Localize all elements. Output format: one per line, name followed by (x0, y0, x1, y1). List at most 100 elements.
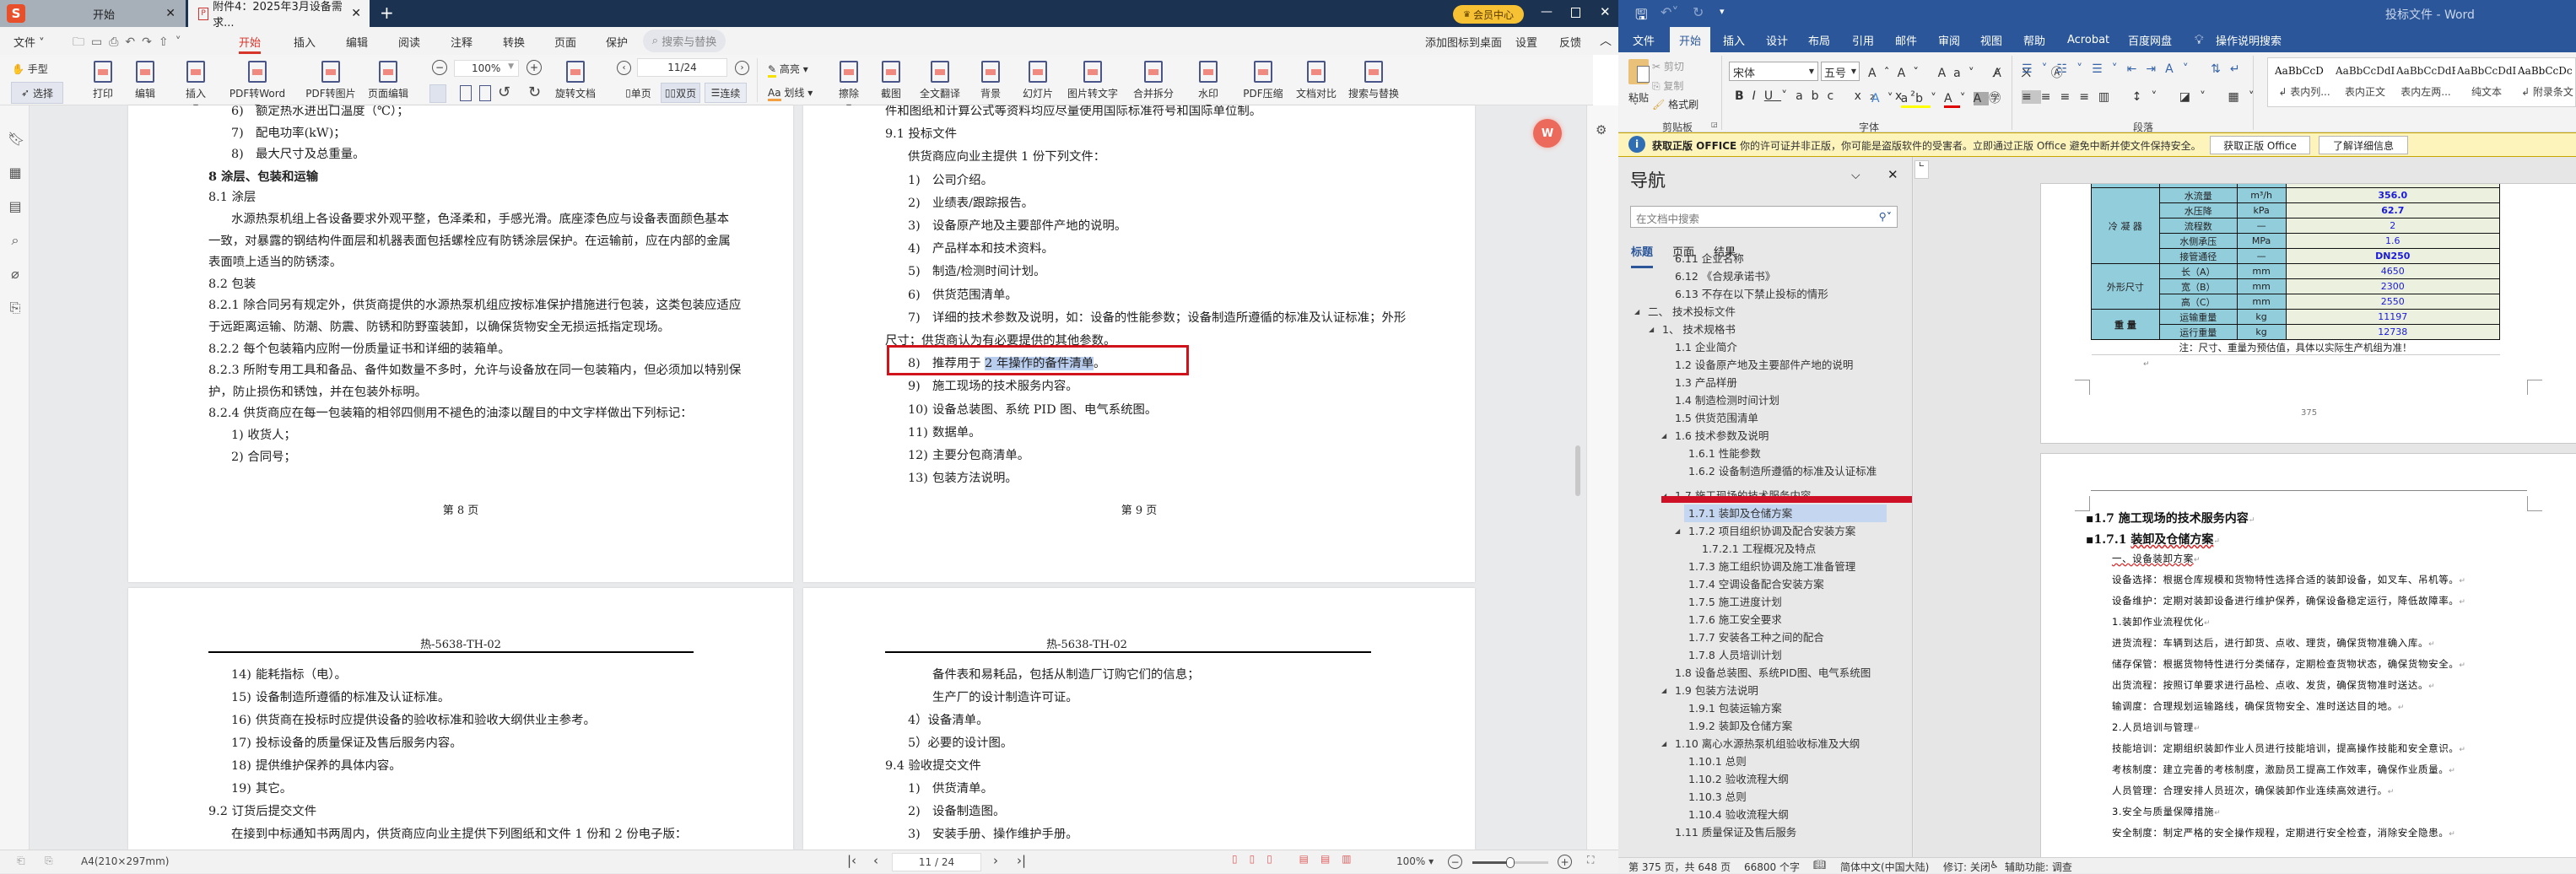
page-number-input[interactable]: 11/24 (637, 58, 727, 77)
add-icon-to-desktop-link[interactable]: 添加图标到桌面 (1425, 34, 1502, 50)
nav-options-chevron-icon[interactable]: ⌵ (1851, 169, 1860, 182)
status-zoom[interactable]: 100% ▾ (1396, 855, 1434, 867)
nav-heading-item[interactable]: 1.10 离心水源热泵机组验收标准及大纲 (1675, 735, 1860, 753)
rotate-left-icon[interactable]: ↺ (498, 84, 510, 101)
previous-page-button[interactable]: ‹ (617, 61, 631, 75)
menu-tab-0[interactable]: 开始 (239, 34, 262, 54)
nav-heading-item[interactable]: 1.5 供货范围清单 (1675, 409, 1758, 427)
style-item[interactable]: AaBbCcD ↲ 表内列... (2275, 65, 2334, 99)
strikeline-button[interactable]: Aa 划线 ▾ (768, 85, 813, 101)
nav-tab-headings[interactable]: 标题 (1631, 243, 1654, 268)
word-tab-11[interactable]: 百度网盘 (2128, 27, 2172, 52)
double-page-button[interactable]: ▯▯ 双页 (661, 83, 700, 103)
collapse-triangle-icon[interactable]: ◢ (1661, 687, 1666, 694)
highlight-button[interactable]: ✎ 高亮 ▾ (768, 62, 808, 78)
language[interactable]: 简体中文(中国大陆) (1840, 860, 1929, 874)
zoom-out-button[interactable]: − (432, 60, 447, 75)
nav-heading-item[interactable]: 1、 技术规格书 (1662, 321, 1736, 338)
prev-page-button[interactable]: ‹ (873, 853, 878, 868)
accessibility-status[interactable]: 辅助功能: 调查 (2005, 860, 2072, 874)
menu-tab-3[interactable]: 阅读 (398, 34, 420, 50)
compare-button[interactable]: 文档对比 (1287, 57, 1346, 105)
maximize-icon[interactable] (1571, 8, 1580, 18)
word-tab-9[interactable]: 帮助 (2023, 27, 2045, 52)
single-page-button[interactable]: ▯ 单页 (618, 83, 658, 103)
copy-button[interactable]: ⎘ 复制 (1652, 78, 1683, 93)
word-tab-5[interactable]: 引用 (1852, 27, 1874, 52)
nav-heading-item[interactable]: 1.2 设备原产地及主要部件产地的说明 (1675, 356, 1853, 374)
text-effect-buttons[interactable]: A˅ab˅A˅A㊫ (1871, 89, 2008, 108)
nav-heading-item[interactable]: 1.7.7 安装各工种之间的配合 (1688, 629, 1824, 646)
nav-heading-item[interactable]: 1.8 设备总装图、系统PID图、电气系统图 (1675, 664, 1871, 682)
word-tab-4[interactable]: 布局 (1808, 27, 1830, 52)
first-page-button[interactable]: |‹ (847, 853, 856, 868)
select-tool-button[interactable]: ➶ 选择 (11, 82, 63, 104)
nav-heading-item[interactable]: 1.7.5 施工进度计划 (1688, 593, 1782, 611)
collapse-triangle-icon[interactable]: ◢ (1675, 527, 1680, 535)
rotate-right-icon[interactable]: ↻ (528, 84, 541, 101)
nav-heading-item[interactable]: 1.7.6 施工安全要求 (1688, 611, 1782, 629)
nav-heading-item[interactable]: 1.9.1 包装运输方案 (1688, 699, 1782, 717)
actual-size-button[interactable] (429, 84, 446, 103)
continuous-button[interactable]: ☰ 连续 (705, 83, 747, 103)
hand-tool-button[interactable]: ✋ 手型 (12, 62, 48, 76)
collapse-triangle-icon[interactable]: ◢ (1649, 326, 1654, 333)
nav-heading-item[interactable]: 1.7.4 空调设备配合安装方案 (1688, 575, 1824, 593)
track-changes-status[interactable]: 修订: 关闭 (1943, 860, 1990, 874)
last-page-button[interactable]: ›| (1017, 853, 1026, 868)
nav-heading-item[interactable]: 1.7.2.1 工程概况及特点 (1702, 540, 1816, 558)
paste-button[interactable]: 粘贴 (1628, 90, 1649, 105)
nav-heading-item[interactable]: 1.6 技术参数及说明 (1675, 427, 1769, 445)
word-tab-7[interactable]: 审阅 (1938, 27, 1960, 52)
word-count[interactable]: 66800 个字 (1744, 860, 1800, 874)
close-icon[interactable]: ✕ (165, 7, 176, 20)
next-page-button[interactable]: › (993, 853, 998, 868)
list-buttons[interactable]: ☰˅☷˅☰˅⇤⇥A˅ ⇅↵ (2022, 62, 2249, 76)
alignment-buttons[interactable]: ≡≡≡≡▥ ↕˅ ◪˅ ▦˅ (2022, 90, 2264, 104)
dialog-launcher-icon[interactable]: ◲ (1711, 121, 1718, 128)
tab-document[interactable]: P 附件4：2025年3月设备需求... ✕ (188, 0, 370, 30)
settings-sliders-icon[interactable]: ⚙︎ (1596, 122, 1607, 138)
word-tab-1[interactable]: 开始 (1670, 27, 1711, 52)
undo-icon[interactable]: ↶˅ (1661, 4, 1678, 20)
close-window-icon[interactable]: ✕ (1600, 4, 1611, 19)
word-tab-8[interactable]: 视图 (1980, 27, 2002, 52)
tell-me-search[interactable]: 操作说明搜索 (2216, 27, 2282, 52)
menu-tab-4[interactable]: 注释 (451, 34, 473, 50)
fullscreen-icon[interactable]: ⛶ (1587, 854, 1594, 866)
comments-icon[interactable]: ▤ (8, 190, 23, 224)
paste-icon[interactable] (1628, 59, 1650, 84)
file-menu[interactable]: 文件 ˅ (14, 34, 45, 50)
cut-button[interactable]: ✂ 剪切 (1652, 59, 1684, 73)
learn-more-button[interactable]: 了解详细信息 (2319, 136, 2408, 154)
search-replace-button[interactable]: 搜索与替换 (1344, 57, 1403, 105)
nav-heading-item[interactable]: 1.6.1 性能参数 (1688, 445, 1761, 462)
nav-heading-item[interactable]: 6.11 企业名称 (1675, 250, 1744, 267)
status-zoom-in[interactable]: + (1558, 855, 1572, 869)
merge-split-button[interactable]: 合并拆分 (1124, 57, 1183, 105)
history-icon[interactable]: ⎘ (8, 291, 23, 325)
word-tab-10[interactable]: Acrobat (2067, 27, 2109, 52)
customize-quick-access-icon[interactable]: ▾ (1720, 6, 1725, 17)
menu-tab-7[interactable]: 保护 (606, 34, 628, 50)
compress-button[interactable]: PDF压缩 (1234, 57, 1293, 105)
slides-button[interactable]: 幻灯片 (1008, 57, 1067, 105)
proofing-icon[interactable]: 📖︎ (1813, 859, 1826, 871)
font-size-select[interactable]: 五号 ▼ (1821, 62, 1860, 81)
style-item[interactable]: AaBbCcDdEe 表内左两... (2396, 65, 2455, 99)
highlight-annotation-box[interactable] (887, 345, 1189, 375)
prev-page-icon[interactable]: ⎗ (17, 855, 25, 867)
pdf-to-image-button[interactable]: PDF转图片▾ (294, 57, 368, 112)
scrollbar-thumb[interactable] (1575, 445, 1580, 496)
nav-heading-item[interactable]: 1.11 质量保证及售后服务 (1675, 823, 1796, 841)
ocr-button[interactable]: 图片转文字 (1063, 57, 1122, 105)
save-icon[interactable]: 🖫︎ (1635, 4, 1647, 29)
word-tab-0[interactable]: 文件 (1633, 27, 1655, 52)
search-icon[interactable]: ⌕ (8, 224, 23, 257)
feedback-link[interactable]: 反馈 (1559, 34, 1581, 50)
format-painter-button[interactable]: 🖌︎ 格式刷 (1652, 97, 1698, 111)
menu-tab-2[interactable]: 编辑 (346, 34, 368, 50)
bookmark-icon[interactable]: 🔖︎ (8, 122, 24, 156)
nav-search-input[interactable]: 在文档中搜索 ⚲˅ (1630, 206, 1898, 228)
thumbnails-icon[interactable]: ▦ (8, 156, 23, 190)
